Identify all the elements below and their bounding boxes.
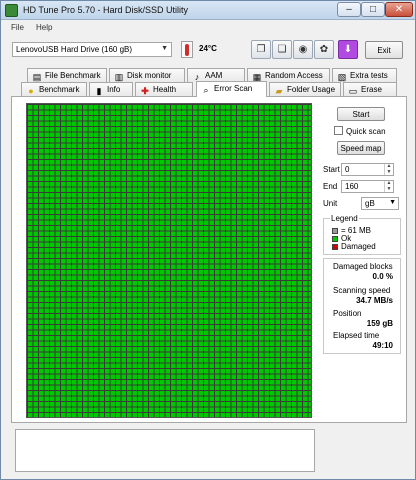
copy-all-icon: ❏ [277,44,287,55]
tab-info[interactable]: ▮ Info [89,82,133,96]
spin-arrows-icon[interactable]: ▲ ▼ [384,180,393,192]
tab-disk-monitor[interactable]: ▥ Disk monitor [109,68,185,82]
damaged-blocks-value: 0.0 % [372,272,393,281]
maximize-button[interactable]: □ [361,2,385,17]
tab-random-access[interactable]: ▦ Random Access [247,68,330,82]
exit-button[interactable]: Exit [365,41,403,59]
position-label: Position [333,309,362,318]
file-benchmark-icon: ▤ [32,72,42,82]
block-map [26,103,312,418]
drive-select[interactable]: LenovoUSB Hard Drive (160 gB) ▼ [12,42,172,57]
tab-folder-usage[interactable]: ▰ Folder Usage [269,82,341,96]
red-swatch-icon [332,244,338,250]
scan-stats: Damaged blocks 0.0 % Scanning speed 34.7… [323,258,401,354]
copy-all-button[interactable]: ❏ [272,40,292,59]
legend-box: Legend = 61 MB Ok Damaged [323,214,401,255]
legend-damaged-text: Damaged [341,242,376,251]
tab-file-benchmark[interactable]: ▤ File Benchmark [27,68,107,82]
download-button[interactable]: ⬇ [338,40,358,59]
tab-label: Error Scan [214,84,253,93]
app-window: HD Tune Pro 5.70 - Hard Disk/SSD Utility… [0,0,416,480]
unit-label: Unit [323,199,338,208]
maximize-icon: □ [369,4,377,15]
spin-arrows-icon[interactable]: ▲ ▼ [384,163,393,175]
tab-benchmark[interactable]: ● Benchmark [21,82,87,96]
unit-select-value: gB [365,199,375,208]
position-value: 159 gB [366,319,393,328]
scanning-speed-label: Scanning speed [333,286,391,295]
close-icon: ✕ [394,4,404,15]
tab-label: Folder Usage [287,85,336,94]
tab-label: Disk monitor [127,71,172,80]
legend-title: Legend [330,214,359,223]
menu-help[interactable]: Help [36,23,52,32]
info-icon: ▮ [96,86,102,96]
unit-select[interactable]: gB ▼ [361,197,399,210]
disk-monitor-icon: ▥ [114,72,124,82]
extra-tests-icon: ▧ [337,72,347,82]
tab-label: Benchmark [39,85,80,94]
menu-bar: File Help [1,21,415,35]
toolbar: LenovoUSB Hard Drive (160 gB) ▼ 24°C ❐ ❏… [1,36,415,64]
download-arrow-icon: ⬇ [343,44,353,55]
close-button[interactable]: ✕ [385,2,413,17]
copy-info-button[interactable]: ❐ [251,40,271,59]
tools-icon: ✿ [319,44,329,55]
start-button[interactable]: Start [337,107,385,121]
elapsed-time-label: Elapsed time [333,331,380,340]
error-scan-icon: ⌕ [203,85,209,95]
damaged-blocks-label: Damaged blocks [333,262,393,271]
folder-icon: ▰ [275,86,283,96]
tab-label: Info [107,85,121,94]
health-cross-icon: ✚ [141,86,149,96]
tab-label: Extra tests [350,71,388,80]
benchmark-icon: ● [28,86,34,96]
scanning-speed-value: 34.7 MB/s [356,296,393,305]
end-label: End [323,182,338,191]
camera-icon: ◉ [298,44,308,55]
chevron-down-icon: ▼ [389,199,396,206]
end-input[interactable]: 160 ▲ ▼ [341,180,394,193]
window-title: HD Tune Pro 5.70 - Hard Disk/SSD Utility [23,5,189,15]
quick-scan-label: Quick scan [346,127,386,136]
elapsed-time-value: 49:10 [372,341,393,350]
tab-extra-tests[interactable]: ▧ Extra tests [332,68,397,82]
drive-select-value: LenovoUSB Hard Drive (160 gB) [16,45,133,54]
tab-label: AAM [205,71,223,80]
tab-erase[interactable]: ▭ Erase [343,82,397,96]
thermometer-icon [181,41,193,58]
speed-map-button[interactable]: Speed map [337,141,385,155]
erase-icon: ▭ [348,86,358,96]
log-area[interactable] [15,429,315,472]
options-button[interactable]: ✿ [314,40,334,59]
start-input[interactable]: 0 ▲ ▼ [341,163,394,176]
tab-error-scan[interactable]: ⌕ Error Scan [196,81,267,97]
tab-label: File Benchmark [45,71,101,80]
chevron-down-icon: ▼ [161,45,168,52]
end-input-value: 160 [345,182,359,191]
temperature-readout: 24°C [199,44,217,53]
title-bar[interactable]: HD Tune Pro 5.70 - Hard Disk/SSD Utility… [1,1,415,20]
screenshot-button[interactable]: ◉ [293,40,313,59]
tab-label: Random Access [265,71,323,80]
minimize-icon: – [346,4,352,15]
app-icon [5,4,18,17]
minimize-button[interactable]: – [337,2,361,17]
legend-damaged: Damaged [332,242,376,251]
copy-icon: ❐ [256,44,266,55]
tab-label: Health [153,85,177,94]
tab-aam[interactable]: ♪ AAM [187,68,245,82]
quick-scan-checkbox[interactable] [334,126,343,135]
start-input-value: 0 [345,165,350,174]
menu-file[interactable]: File [11,23,24,32]
tab-health[interactable]: ✚ Health [135,82,193,96]
start-label: Start [323,165,340,174]
tab-label: Erase [361,85,382,94]
